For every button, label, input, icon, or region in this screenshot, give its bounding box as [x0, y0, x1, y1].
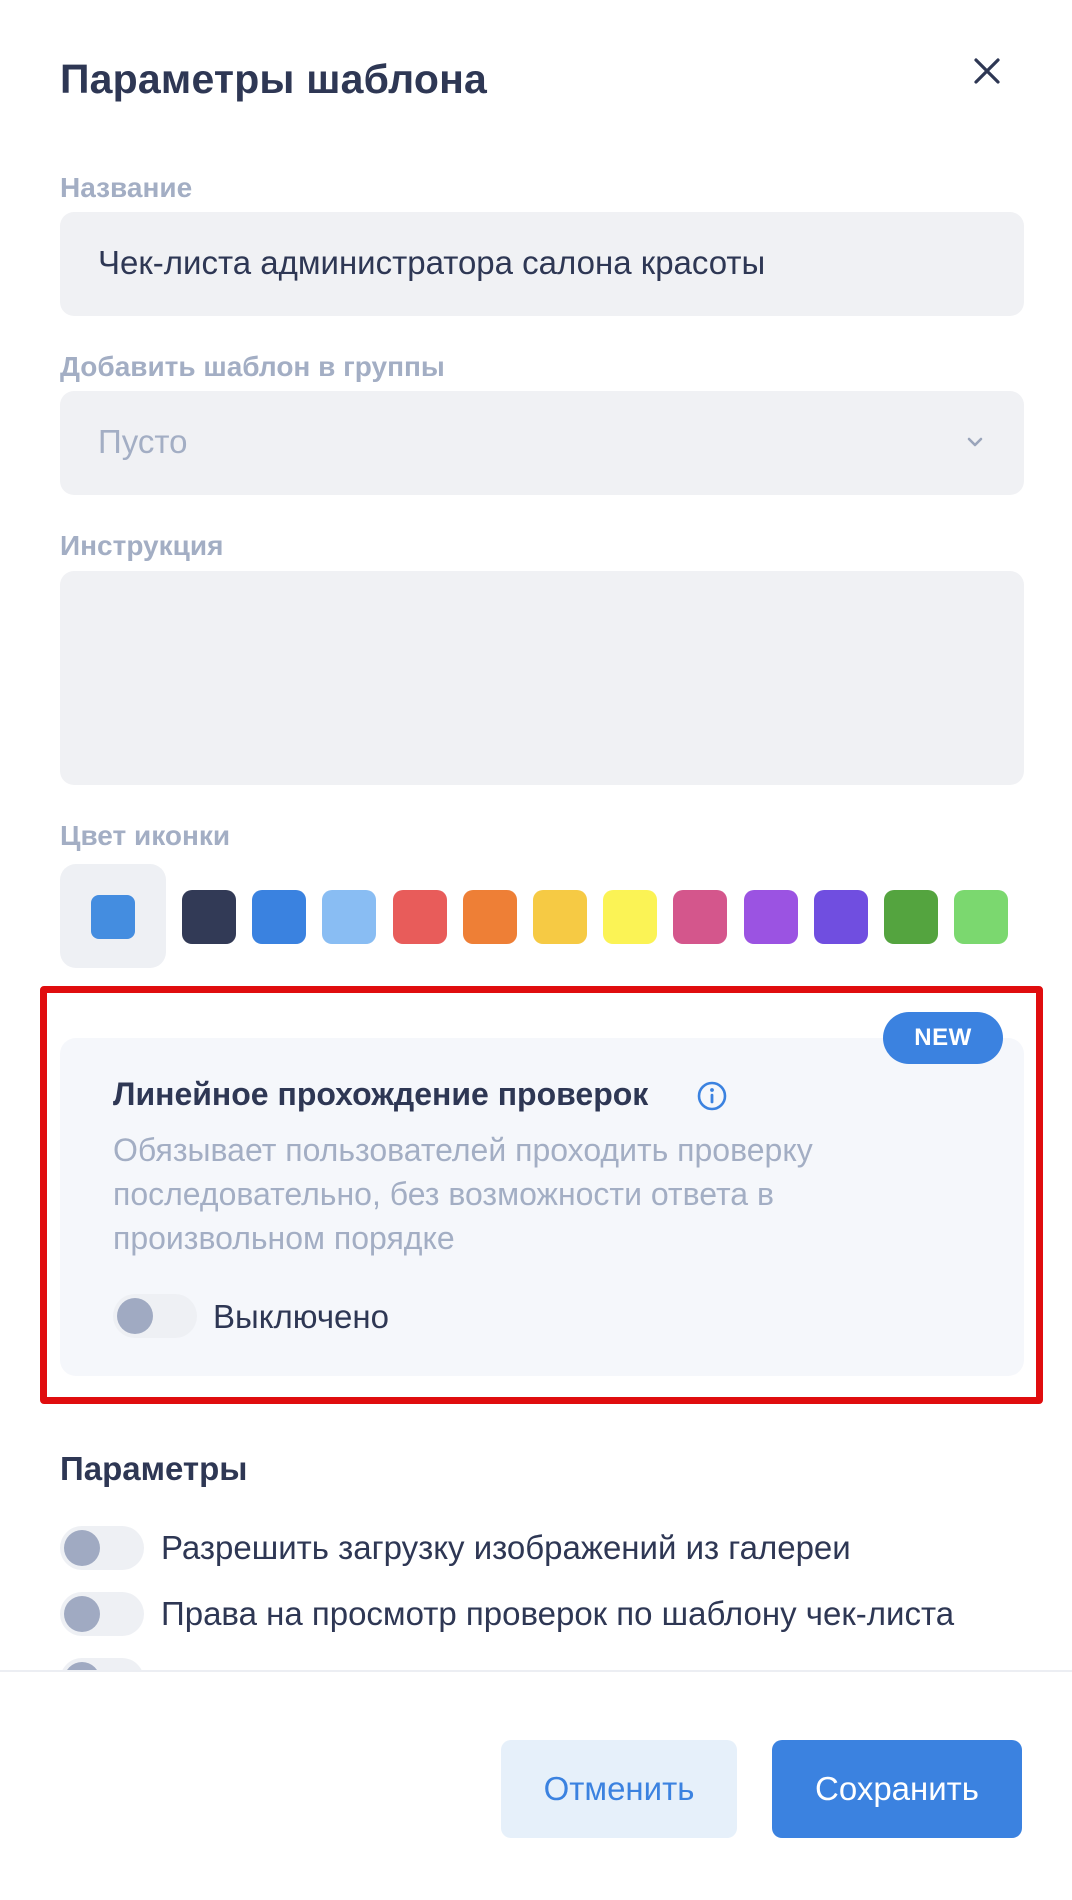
icon-color-label: Цвет иконки: [60, 820, 231, 851]
name-label: Название: [60, 172, 193, 203]
color-swatch[interactable]: [743, 890, 798, 944]
toggle-knob: [64, 1530, 100, 1566]
color-swatch[interactable]: [603, 890, 658, 944]
groups-select[interactable]: Пусто: [60, 391, 1024, 495]
chevron-down-icon: [964, 431, 986, 453]
params-title: Параметры: [60, 1450, 248, 1487]
color-swatch[interactable]: [182, 890, 236, 944]
color-swatch-selected[interactable]: [60, 864, 166, 968]
gallery-upload-label: Разрешить загрузку изображений из галере…: [161, 1529, 851, 1566]
name-input[interactable]: Чек-листа администратора салона красоты: [60, 212, 1024, 316]
view-permissions-label: Права на просмотр проверок по шаблону че…: [161, 1595, 955, 1632]
color-swatch[interactable]: [813, 890, 868, 944]
groups-label: Добавить шаблон в группы: [60, 351, 445, 382]
color-swatch[interactable]: [252, 890, 307, 944]
linear-pass-description: Обязывает пользователей проходить провер…: [113, 1132, 813, 1256]
save-button[interactable]: Сохранить: [772, 1740, 1022, 1838]
color-swatch[interactable]: [954, 890, 1009, 944]
close-icon[interactable]: [966, 50, 1008, 92]
info-icon[interactable]: [696, 1080, 728, 1112]
linear-pass-title: Линейное прохождение проверок: [113, 1076, 649, 1112]
instruction-label: Инструкция: [60, 530, 224, 561]
modal-title: Параметры шаблона: [60, 56, 488, 102]
linear-pass-toggle[interactable]: [113, 1294, 197, 1338]
color-swatch[interactable]: [322, 890, 377, 944]
color-swatches: [60, 864, 1030, 968]
new-badge: NEW: [883, 1012, 1003, 1064]
name-input-value: Чек-листа администратора салона красоты: [98, 244, 766, 281]
linear-pass-toggle-label: Выключено: [213, 1298, 389, 1335]
template-settings-modal: Параметры шаблона Название Чек-листа адм…: [0, 0, 1072, 1900]
color-swatch[interactable]: [462, 890, 517, 944]
gallery-upload-toggle[interactable]: [60, 1526, 144, 1570]
color-swatch[interactable]: [884, 890, 938, 944]
color-swatch[interactable]: [533, 890, 587, 944]
selected-color-dot: [91, 895, 135, 939]
groups-select-placeholder: Пусто: [98, 423, 188, 460]
instruction-textarea[interactable]: [60, 571, 1024, 785]
color-swatch[interactable]: [673, 890, 728, 944]
color-swatch[interactable]: [392, 890, 447, 944]
view-permissions-toggle[interactable]: [60, 1592, 144, 1636]
toggle-knob: [117, 1298, 153, 1334]
cancel-button[interactable]: Отменить: [501, 1740, 737, 1838]
toggle-knob: [64, 1596, 100, 1632]
